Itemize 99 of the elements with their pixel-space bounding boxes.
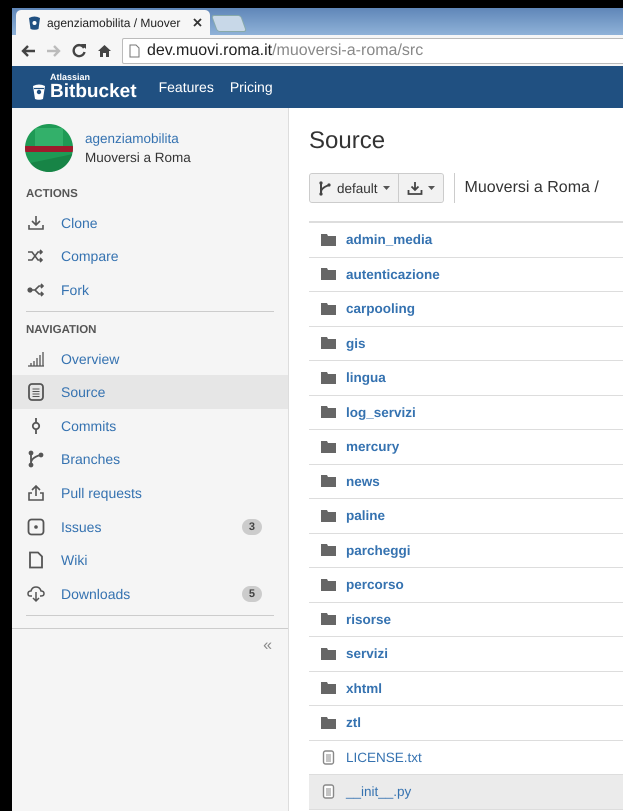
reload-icon[interactable] xyxy=(72,43,87,58)
file-row[interactable]: ztl xyxy=(309,706,623,740)
file-link[interactable]: LICENSE.txt xyxy=(346,750,422,765)
page-icon xyxy=(129,44,140,58)
file-row[interactable]: servizi xyxy=(309,637,623,672)
download-icon xyxy=(26,214,46,231)
file-row[interactable]: risorse xyxy=(309,602,623,637)
cloud-download-icon xyxy=(26,584,46,603)
file-link[interactable]: lingua xyxy=(346,370,386,386)
shuffle-icon xyxy=(26,248,46,264)
file-row[interactable]: autenticazione xyxy=(309,258,623,292)
file-link[interactable]: risorse xyxy=(346,612,392,627)
file-row[interactable]: xhtml xyxy=(309,672,623,706)
branch-button[interactable]: default xyxy=(309,173,399,203)
download-icon xyxy=(406,181,423,195)
page-icon xyxy=(26,551,46,570)
navigation-item[interactable]: Source xyxy=(12,375,288,409)
folder-icon xyxy=(321,578,336,591)
repository-name: Muoversi a Roma xyxy=(85,150,191,165)
file-row[interactable]: percorso xyxy=(309,568,623,602)
file-row[interactable]: mercury xyxy=(309,430,623,464)
file-icon xyxy=(321,784,336,800)
folder-icon xyxy=(321,337,336,350)
breadcrumb[interactable]: Muoversi a Roma / xyxy=(464,179,599,197)
file-link[interactable]: gis xyxy=(346,336,366,351)
file-link[interactable]: admin_media xyxy=(346,232,432,248)
caret-icon xyxy=(428,186,435,190)
owner-link[interactable]: agenziamobilita xyxy=(85,131,191,146)
file-link[interactable]: paline xyxy=(346,508,386,524)
file-row[interactable]: parcheggi xyxy=(309,534,623,568)
file-row[interactable]: lingua xyxy=(309,361,623,396)
section-heading: ACTIONS xyxy=(25,187,79,202)
url-text: dev.muovi.roma.it/muoversi-a-roma/src xyxy=(147,42,424,60)
upload-icon xyxy=(26,484,46,502)
file-link[interactable]: carpooling xyxy=(346,301,416,316)
page-title: Source xyxy=(309,127,386,155)
file-row[interactable]: paline xyxy=(309,499,623,534)
file-link[interactable]: autenticazione xyxy=(346,266,440,282)
file-link[interactable]: __init__.py xyxy=(346,784,412,800)
action-item[interactable]: Compare xyxy=(12,240,288,274)
branch-icon xyxy=(26,450,46,468)
fork-icon xyxy=(26,282,46,298)
navigation-item[interactable]: Issues 3 xyxy=(12,510,288,544)
folder-icon xyxy=(321,716,336,729)
file-link[interactable]: ztl xyxy=(346,715,361,730)
file-link[interactable]: parcheggi xyxy=(346,542,411,558)
close-icon[interactable] xyxy=(193,18,202,27)
back-icon[interactable] xyxy=(20,44,36,58)
issue-icon xyxy=(26,518,46,536)
navigation-item[interactable]: Overview xyxy=(12,342,288,376)
file-link[interactable]: servizi xyxy=(346,646,388,662)
file-row[interactable]: log_servizi xyxy=(309,396,623,430)
action-item[interactable]: Clone xyxy=(12,206,288,240)
file-link[interactable]: percorso xyxy=(346,577,404,592)
collapse-button[interactable]: « xyxy=(263,636,272,655)
folder-icon xyxy=(321,613,336,626)
document-icon xyxy=(26,383,46,402)
count-badge: 5 xyxy=(242,586,262,602)
tab-title: agenziamobilita / Muover xyxy=(47,16,182,30)
navigation-item[interactable]: Downloads 5 xyxy=(12,576,288,611)
folder-icon xyxy=(321,475,336,488)
header-link[interactable]: Pricing xyxy=(230,79,273,95)
folder-icon xyxy=(321,648,336,660)
folder-icon xyxy=(321,302,336,315)
folder-icon xyxy=(321,268,336,280)
folder-icon xyxy=(321,406,336,418)
file-link[interactable]: mercury xyxy=(346,439,400,454)
navigation-item[interactable]: Pull requests xyxy=(12,476,288,510)
file-link[interactable]: xhtml xyxy=(346,680,382,696)
navigation-item[interactable]: Commits xyxy=(12,408,288,443)
caret-icon xyxy=(382,186,390,190)
folder-icon xyxy=(321,682,336,694)
section-heading: NAVIGATION xyxy=(25,322,98,338)
home-icon[interactable] xyxy=(97,44,112,58)
bucket-icon xyxy=(28,16,41,30)
navigation-item[interactable]: Wiki xyxy=(12,543,288,577)
navigation-item[interactable]: Branches xyxy=(12,442,288,476)
bar-chart-icon xyxy=(26,350,46,368)
folder-icon xyxy=(321,372,336,384)
file-row[interactable]: __init__.py xyxy=(309,775,623,810)
download-button[interactable] xyxy=(398,173,444,203)
folder-icon xyxy=(321,544,336,556)
file-icon xyxy=(321,750,336,765)
browser-tab[interactable]: agenziamobilita / Muover xyxy=(16,10,210,35)
folder-icon xyxy=(321,510,336,522)
file-row[interactable]: admin_media xyxy=(309,223,623,258)
bitbucket-logo[interactable]: Atlassian Bitbucket xyxy=(32,73,137,101)
action-item[interactable]: Fork xyxy=(12,273,288,307)
file-link[interactable]: news xyxy=(346,474,380,489)
count-badge: 3 xyxy=(242,518,262,535)
file-row[interactable]: news xyxy=(309,464,623,499)
header-link[interactable]: Features xyxy=(158,79,214,95)
file-row[interactable]: gis xyxy=(309,326,623,361)
file-row[interactable]: carpooling xyxy=(309,292,623,326)
address-field[interactable]: dev.muovi.roma.it/muoversi-a-roma/src xyxy=(122,38,623,64)
file-link[interactable]: log_servizi xyxy=(346,404,416,420)
folder-icon xyxy=(321,440,336,453)
branch-icon xyxy=(318,180,332,196)
folder-icon xyxy=(321,234,336,246)
